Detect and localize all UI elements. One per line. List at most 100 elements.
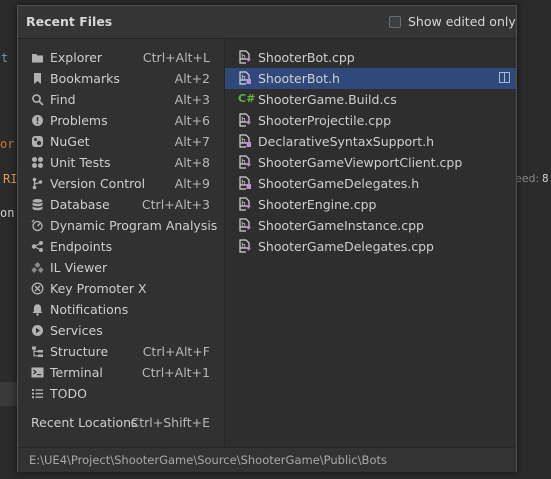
bookmark-icon xyxy=(31,72,44,85)
tool-window-dynamic-program-analysis[interactable]: Dynamic Program Analysis xyxy=(18,215,224,236)
cpp-file-icon: h xyxy=(238,239,252,253)
tool-window-label: Explorer xyxy=(50,50,103,65)
editor-hint-value: 8 xyxy=(542,172,549,185)
svg-text:h: h xyxy=(241,53,245,61)
tool-window-shortcut: Ctrl+Alt+1 xyxy=(141,365,210,380)
tool-window-key-promoter-x[interactable]: Key Promoter X xyxy=(18,278,224,299)
header-file-icon: h xyxy=(238,71,252,85)
tool-window-problems[interactable]: Problems Alt+6 xyxy=(18,110,224,131)
editor-right-edge xyxy=(517,0,551,479)
recent-file-item[interactable]: h ShooterGameDelegates.cpp xyxy=(225,236,516,257)
tool-window-label: Find xyxy=(50,92,76,107)
recent-files-list: h ShooterBot.cpp h ShooterBot.h C# ShooterGam… xyxy=(225,39,516,447)
recent-file-name: ShooterEngine.cpp xyxy=(258,197,377,212)
recent-file-item[interactable]: h ShooterEngine.cpp xyxy=(225,194,516,215)
tool-window-shortcut: Ctrl+Alt+L xyxy=(142,50,210,65)
recent-file-name: ShooterGame.Build.cs xyxy=(258,92,397,107)
svg-text:h: h xyxy=(241,179,245,187)
recent-file-name: ShooterGameDelegates.h xyxy=(258,176,420,191)
tool-window-version-control[interactable]: Version Control Alt+9 xyxy=(18,173,224,194)
todo-icon xyxy=(31,387,44,400)
tool-window-shortcut: Alt+3 xyxy=(174,92,210,107)
tool-window-todo[interactable]: TODO xyxy=(18,383,224,404)
svg-text:h: h xyxy=(241,137,245,145)
tool-window-il-viewer[interactable]: IL Viewer xyxy=(18,257,224,278)
tool-window-structure[interactable]: Structure Ctrl+Alt+F xyxy=(18,341,224,362)
bell-icon xyxy=(31,303,44,316)
cpp-file-icon: h xyxy=(238,113,252,127)
recent-locations-label: Recent Locations xyxy=(31,415,138,430)
tool-window-nuget[interactable]: NuGet Alt+7 xyxy=(18,131,224,152)
recent-file-item[interactable]: h ShooterBot.cpp xyxy=(225,47,516,68)
recent-file-name: ShooterBot.cpp xyxy=(258,50,355,65)
tool-window-find[interactable]: Find Alt+3 xyxy=(18,89,224,110)
tool-window-endpoints[interactable]: Endpoints xyxy=(18,236,224,257)
tool-window-shortcut: Ctrl+Alt+F xyxy=(142,344,210,359)
tool-window-shortcut: Alt+9 xyxy=(174,176,210,191)
show-edited-label: Show edited only xyxy=(408,14,516,29)
recent-file-item[interactable]: C# ShooterGame.Build.cs xyxy=(225,89,516,110)
tool-window-bookmarks[interactable]: Bookmarks Alt+2 xyxy=(18,68,224,89)
header-file-icon: h xyxy=(238,134,252,148)
tool-window-label: Unit Tests xyxy=(50,155,111,170)
recent-file-name: ShooterGameDelegates.cpp xyxy=(258,239,434,254)
recent-file-name: ShooterProjectile.cpp xyxy=(258,113,392,128)
recent-file-item[interactable]: h ShooterBot.h xyxy=(225,68,516,89)
recent-file-item[interactable]: h DeclarativeSyntaxSupport.h xyxy=(225,131,516,152)
cpp-file-icon: h xyxy=(238,197,252,211)
recent-locations-item[interactable]: Recent Locations Ctrl+Shift+E xyxy=(18,412,224,433)
tool-window-label: TODO xyxy=(50,386,87,401)
svg-text:h: h xyxy=(241,158,245,166)
file-path: E:\UE4\Project\ShooterGame\Source\Shoote… xyxy=(29,453,387,467)
show-edited-checkbox[interactable] xyxy=(389,15,401,28)
recent-file-item[interactable]: h ShooterGameInstance.cpp xyxy=(225,215,516,236)
tool-window-label: IL Viewer xyxy=(50,260,108,275)
search-icon xyxy=(31,93,44,106)
problems-icon xyxy=(31,114,44,127)
services-icon xyxy=(31,324,44,337)
dpa-icon xyxy=(31,219,44,232)
il-viewer-icon xyxy=(31,261,44,274)
editor-code-fragment: t xyxy=(1,51,9,65)
database-icon xyxy=(31,198,44,211)
recent-file-item[interactable]: h ShooterProjectile.cpp xyxy=(225,110,516,131)
editor-code-fragment: or xyxy=(0,137,15,151)
editor-code-fragment: RI xyxy=(3,172,18,186)
structure-icon xyxy=(31,345,44,358)
recent-file-item[interactable]: h ShooterGameDelegates.h xyxy=(225,173,516,194)
tool-window-label: NuGet xyxy=(50,134,90,149)
svg-text:h: h xyxy=(241,242,245,250)
open-in-split-icon[interactable] xyxy=(499,72,510,83)
tool-window-label: Dynamic Program Analysis xyxy=(50,218,218,233)
cpp-file-icon: h xyxy=(238,155,252,169)
tool-window-terminal[interactable]: Terminal Ctrl+Alt+1 xyxy=(18,362,224,383)
tool-window-label: Version Control xyxy=(50,176,146,191)
show-edited-only-toggle[interactable]: Show edited only xyxy=(389,14,516,29)
cpp-file-icon: h xyxy=(238,50,252,64)
tool-window-unit-tests[interactable]: Unit Tests Alt+8 xyxy=(18,152,224,173)
tool-window-explorer[interactable]: Explorer Ctrl+Alt+L xyxy=(18,47,224,68)
tool-window-label: Notifications xyxy=(50,302,129,317)
recent-files-popup: Recent Files Show edited only Explorer Ct… xyxy=(17,5,517,472)
tool-window-label: Endpoints xyxy=(50,239,113,254)
version-control-icon xyxy=(31,177,44,190)
tool-window-shortcut: Alt+7 xyxy=(174,134,210,149)
path-footer: E:\UE4\Project\ShooterGame\Source\Shoote… xyxy=(18,447,516,472)
editor-hint-fragment: eed: xyxy=(515,172,540,185)
tool-window-shortcut: Ctrl+Alt+3 xyxy=(141,197,210,212)
tool-window-shortcut: Alt+8 xyxy=(174,155,210,170)
tool-window-label: Services xyxy=(50,323,103,338)
svg-text:h: h xyxy=(241,200,245,208)
recent-file-item[interactable]: h ShooterGameViewportClient.cpp xyxy=(225,152,516,173)
recent-file-name: ShooterBot.h xyxy=(258,71,340,86)
svg-text:h: h xyxy=(241,116,245,124)
tool-window-services[interactable]: Services xyxy=(18,320,224,341)
tool-window-database[interactable]: Database Ctrl+Alt+3 xyxy=(18,194,224,215)
tool-window-label: Key Promoter X xyxy=(50,281,147,296)
tool-window-notifications[interactable]: Notifications xyxy=(18,299,224,320)
csharp-file-icon: C# xyxy=(238,92,256,105)
endpoints-icon xyxy=(31,240,44,253)
tool-window-label: Terminal xyxy=(50,365,103,380)
tool-window-label: Database xyxy=(50,197,110,212)
tool-windows-list: Explorer Ctrl+Alt+L Bookmarks Alt+2 Find Alt+… xyxy=(18,39,224,447)
